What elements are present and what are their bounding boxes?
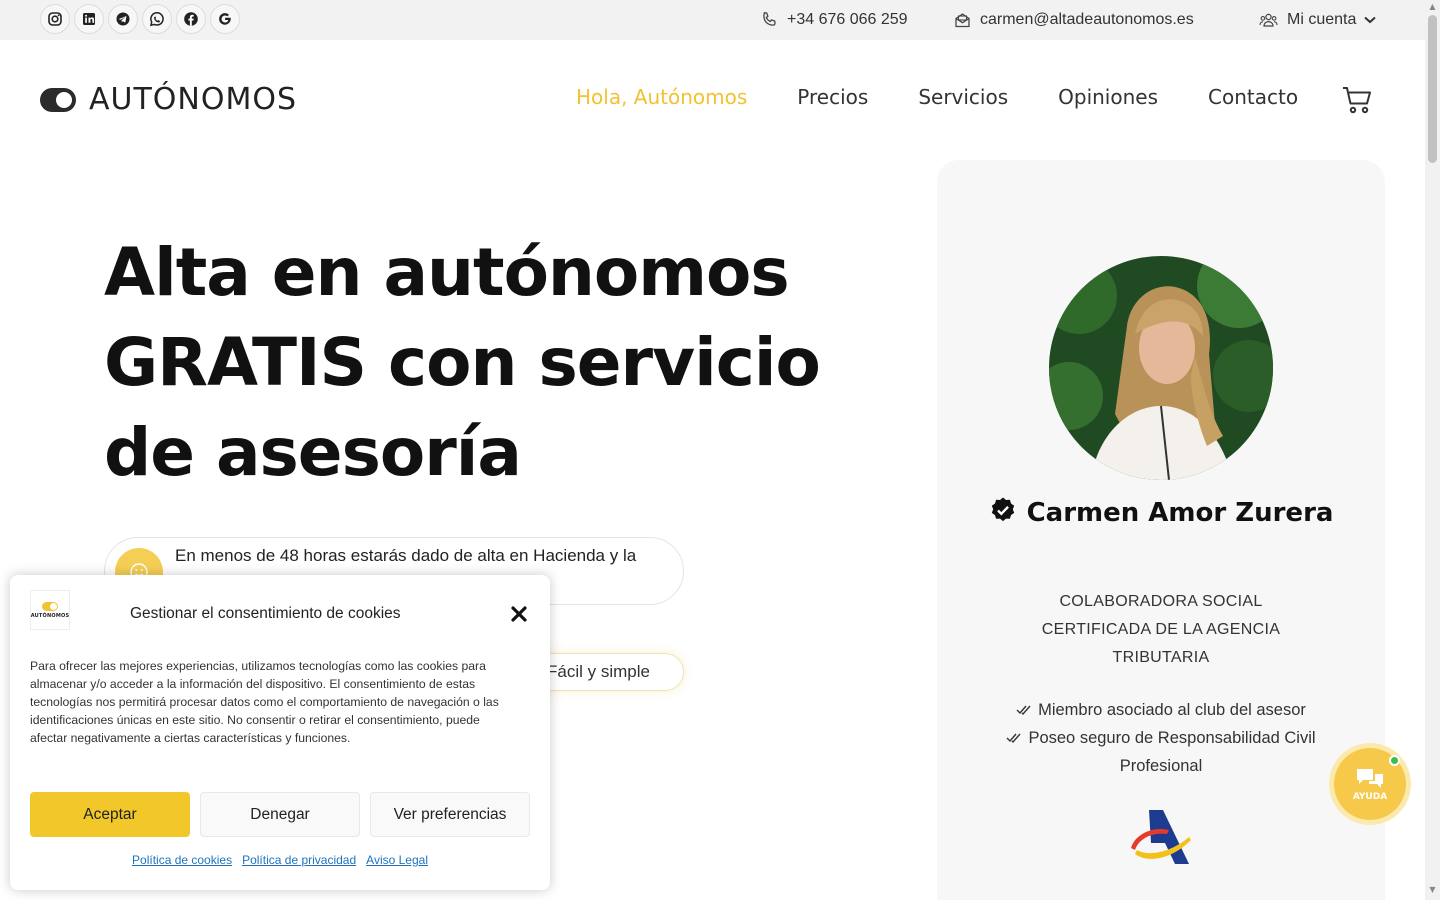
main-nav: Hola, Autónomos Precios Servicios Opinio… bbox=[576, 85, 1348, 109]
nav-item-precios[interactable]: Precios bbox=[797, 85, 868, 109]
cookie-links: Política de cookies Política de privacid… bbox=[10, 853, 550, 867]
cookie-dialog-title: Gestionar el consentimiento de cookies bbox=[130, 605, 401, 622]
profile-feature: Miembro asociado al club del asesor bbox=[977, 696, 1345, 724]
toggle-logo-icon bbox=[40, 87, 76, 112]
scroll-down-icon[interactable]: ▼ bbox=[1428, 886, 1437, 894]
profile-feature: Poseo seguro de Responsabilidad Civil Pr… bbox=[977, 724, 1345, 780]
scrollbar-thumb[interactable] bbox=[1428, 15, 1437, 163]
logo-text: AUTÓNOMOS bbox=[89, 82, 298, 117]
double-check-icon bbox=[1006, 733, 1021, 744]
deny-button[interactable]: Denegar bbox=[200, 792, 360, 837]
phone-link[interactable]: +34 676 066 259 bbox=[760, 0, 908, 40]
double-check-icon bbox=[1016, 705, 1031, 716]
phone-icon bbox=[763, 12, 776, 26]
whatsapp-icon[interactable] bbox=[142, 4, 172, 34]
google-icon[interactable] bbox=[210, 4, 240, 34]
cart-icon[interactable] bbox=[1341, 84, 1373, 120]
nav-item-contacto[interactable]: Contacto bbox=[1208, 85, 1298, 109]
hero-note-text: En menos de 48 horas estarás dado de alt… bbox=[175, 546, 637, 565]
profile-name-text: Carmen Amor Zurera bbox=[1026, 498, 1334, 528]
scroll-up-icon[interactable]: ▲ bbox=[1428, 3, 1437, 11]
linkedin-icon[interactable] bbox=[74, 4, 104, 34]
verified-badge-icon bbox=[991, 497, 1014, 522]
profile-features: Miembro asociado al club del asesor Pose… bbox=[977, 696, 1345, 780]
profile-card: Carmen Amor Zurera COLABORADORA SOCIAL C… bbox=[937, 160, 1385, 900]
cookie-logo-word: AUTÓNOMOS bbox=[30, 612, 70, 619]
email-address: carmen@altadeautonomos.es bbox=[980, 11, 1194, 28]
toggle-logo-icon bbox=[42, 601, 58, 611]
legal-notice-link[interactable]: Aviso Legal bbox=[366, 853, 428, 867]
account-menu[interactable]: Mi cuenta bbox=[1259, 0, 1385, 40]
account-label: Mi cuenta bbox=[1287, 11, 1357, 28]
phone-number: +34 676 066 259 bbox=[787, 11, 908, 28]
instagram-icon[interactable] bbox=[40, 4, 70, 34]
help-chat-button[interactable]: AYUDA bbox=[1334, 748, 1406, 820]
facebook-icon[interactable] bbox=[176, 4, 206, 34]
privacy-policy-link[interactable]: Política de privacidad bbox=[242, 853, 356, 867]
chevron-down-icon bbox=[1364, 16, 1377, 24]
mail-icon bbox=[955, 12, 970, 27]
chat-bubbles-icon bbox=[1357, 769, 1383, 788]
email-link[interactable]: carmen@altadeautonomos.es bbox=[954, 0, 1194, 40]
nav-item-opiniones[interactable]: Opiniones bbox=[1058, 85, 1158, 109]
telegram-icon[interactable] bbox=[108, 4, 138, 34]
top-bar: +34 676 066 259 carmen@altadeautonomos.e… bbox=[0, 0, 1425, 40]
cookie-dialog-logo: AUTÓNOMOS bbox=[30, 590, 70, 630]
avatar bbox=[1049, 256, 1273, 480]
nav-item-hola-autonomos[interactable]: Hola, Autónomos bbox=[576, 85, 747, 109]
social-links bbox=[40, 4, 240, 34]
cookie-consent-dialog: AUTÓNOMOS Gestionar el consentimiento de… bbox=[10, 575, 550, 890]
accept-button[interactable]: Aceptar bbox=[30, 792, 190, 837]
hero-title: Alta en autónomos GRATIS con servicio de… bbox=[104, 234, 821, 491]
cookie-dialog-body: Para ofrecer las mejores experiencias, u… bbox=[30, 659, 499, 745]
cookie-policy-link[interactable]: Política de cookies bbox=[132, 853, 232, 867]
page-scrollbar[interactable]: ▲ ▼ bbox=[1425, 0, 1440, 900]
nav-item-servicios[interactable]: Servicios bbox=[918, 85, 1008, 109]
help-label: AYUDA bbox=[1352, 792, 1388, 802]
close-icon[interactable] bbox=[510, 605, 528, 627]
online-status-dot bbox=[1389, 755, 1400, 766]
profile-name: Carmen Amor Zurera bbox=[937, 494, 1385, 532]
view-preferences-button[interactable]: Ver preferencias bbox=[370, 792, 530, 837]
site-logo[interactable]: AUTÓNOMOS bbox=[40, 82, 297, 117]
profile-role: COLABORADORA SOCIAL CERTIFICADA DE LA AG… bbox=[1041, 593, 1281, 666]
users-icon bbox=[1259, 13, 1278, 27]
agencia-tributaria-logo bbox=[1129, 808, 1193, 866]
